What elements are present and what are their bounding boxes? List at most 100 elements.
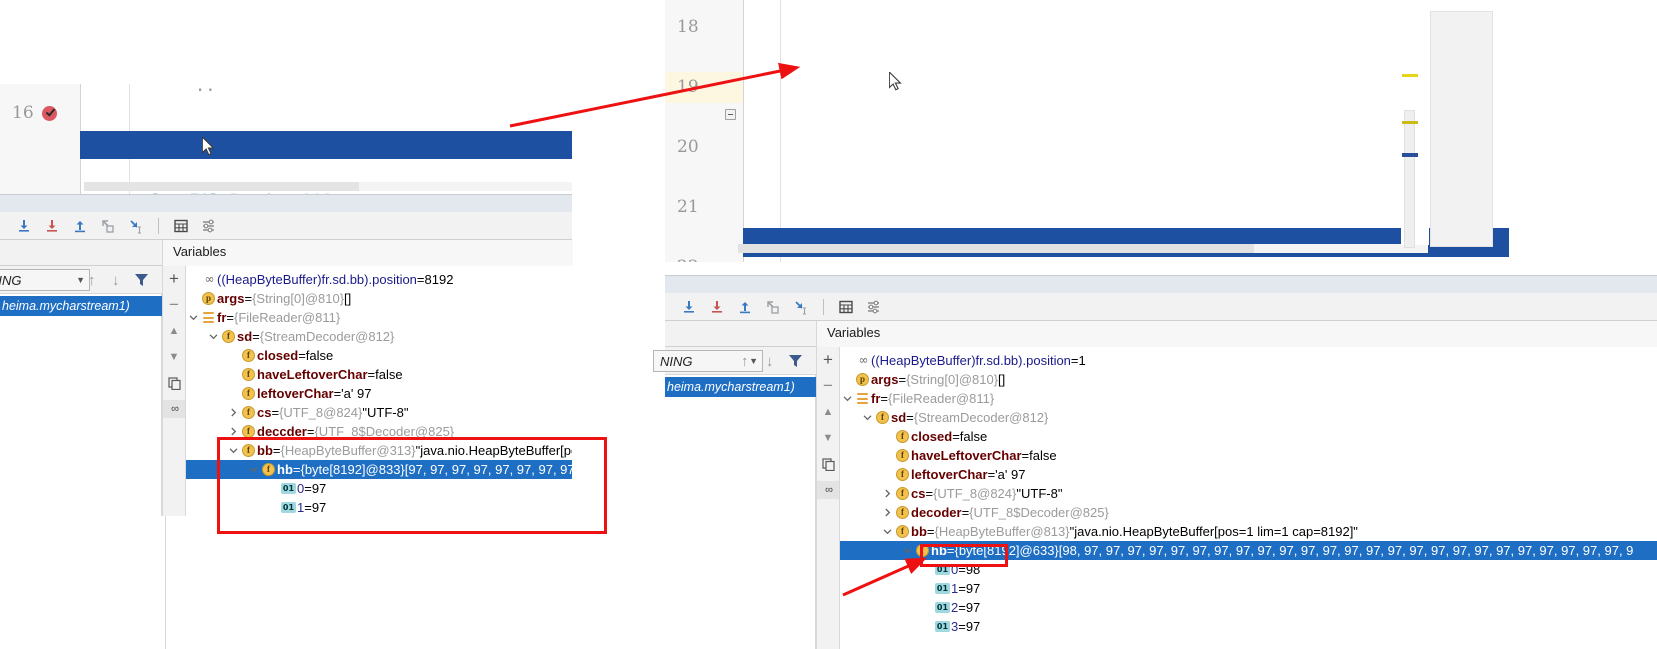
run-to-cursor-icon[interactable]	[124, 214, 148, 238]
right-variables-tree[interactable]: ∞ ((HeapByteBuffer)fr.sd.bb).position = 1…	[840, 347, 1657, 649]
variable-row[interactable]: f haveLeftoverChar = false	[186, 365, 572, 384]
variable-row[interactable]: f leftoverChar = 'a' 97	[186, 384, 572, 403]
variable-row[interactable]: f bb = {HeapByteBuffer@813} "java.nio.Hea…	[840, 522, 1657, 541]
chevron-down-icon[interactable]	[186, 313, 200, 322]
chevron-right-icon[interactable]	[880, 489, 894, 498]
step-out-icon[interactable]	[68, 214, 92, 238]
evaluate-expression-icon[interactable]	[169, 214, 193, 238]
marker-warning-2[interactable]	[1402, 121, 1418, 124]
variable-row[interactable]: f hb = {byte[8192]@833} [97, 97, 97, 97, …	[186, 460, 572, 479]
frames-down-icon[interactable]: ↓	[766, 353, 774, 370]
marker-current-line[interactable]	[1402, 153, 1418, 157]
variable-row[interactable]: 01 0 = 97	[186, 479, 572, 498]
copy-icon[interactable]	[818, 455, 838, 473]
variable-equals: =	[987, 467, 996, 482]
settings-icon[interactable]	[197, 214, 221, 238]
move-down-button[interactable]: ▼	[818, 429, 838, 447]
remove-watch-button[interactable]: −	[164, 295, 184, 314]
left-editor[interactable]: .. 16 fr.read(); fr: FileReader@811 17 1…	[0, 84, 572, 194]
watch-icon[interactable]: ∞	[163, 400, 185, 418]
right-frame-row-selected[interactable]: heima.mycharstream1)	[665, 377, 816, 397]
chevron-down-icon[interactable]	[900, 546, 914, 555]
step-over-icon[interactable]	[677, 295, 701, 319]
variable-row[interactable]: 01 0 = 98	[840, 560, 1657, 579]
chevron-right-icon[interactable]	[226, 408, 240, 417]
watch-icon[interactable]: ∞	[817, 481, 839, 499]
variable-row[interactable]: f hb = {byte[8192]@633} [98, 97, 97, 97, …	[840, 541, 1657, 560]
code-fold-icon[interactable]	[725, 109, 736, 120]
frames-up-icon[interactable]: ↑	[88, 272, 96, 289]
variable-row[interactable]: ∞ ((HeapByteBuffer)fr.sd.bb).position = 8…	[186, 270, 572, 289]
variable-row[interactable]: f closed = false	[840, 427, 1657, 446]
variable-row[interactable]: f sd = {StreamDecoder@812}	[840, 408, 1657, 427]
variable-name: 1	[297, 500, 305, 515]
variable-row[interactable]: 01 3 = 97	[840, 617, 1657, 636]
chevron-down-icon[interactable]	[246, 465, 260, 474]
variable-row[interactable]: 01 1 = 97	[186, 498, 572, 516]
variable-row[interactable]: ∞ ((HeapByteBuffer)fr.sd.bb).position = 1	[840, 351, 1657, 370]
variable-row[interactable]: 01 2 = 97	[840, 598, 1657, 617]
remove-watch-button[interactable]: −	[818, 376, 838, 395]
add-watch-button[interactable]: +	[818, 350, 838, 369]
field-icon: f	[220, 330, 237, 343]
force-step-into-icon[interactable]	[96, 214, 120, 238]
step-over-icon[interactable]	[12, 214, 36, 238]
left-variables-tab[interactable]: Variables	[162, 240, 573, 266]
frames-down-icon[interactable]: ↓	[112, 272, 120, 289]
settings-icon[interactable]	[862, 295, 886, 319]
variable-row[interactable]: f deccder = {UTF_8$Decoder@825}	[186, 422, 572, 441]
variable-row[interactable]: fr = {FileReader@811}	[840, 389, 1657, 408]
filter-icon[interactable]	[134, 273, 149, 287]
move-up-button[interactable]: ▲	[818, 403, 838, 421]
chevron-right-icon[interactable]	[880, 508, 894, 517]
step-out-icon[interactable]	[733, 295, 757, 319]
chevron-right-icon[interactable]	[226, 427, 240, 436]
variable-equals: =	[252, 329, 260, 344]
chevron-down-icon[interactable]	[226, 446, 240, 455]
right-editor-vscroll-thumb[interactable]	[1404, 110, 1415, 248]
variable-row[interactable]: f bb = {HeapByteBuffer@313} "java.nio.Hea…	[186, 441, 572, 460]
chevron-down-icon[interactable]	[206, 332, 220, 341]
move-up-button[interactable]: ▲	[164, 322, 184, 340]
left-frame-row-selected[interactable]: heima.mycharstream1)	[0, 296, 162, 316]
variable-equals: =	[898, 372, 907, 387]
breakpoint-icon[interactable]	[42, 106, 57, 121]
variable-row[interactable]: f decoder = {UTF_8$Decoder@825}	[840, 503, 1657, 522]
left-variables-tree[interactable]: ∞ ((HeapByteBuffer)fr.sd.bb).position = 8…	[186, 266, 572, 516]
chevron-down-icon[interactable]	[840, 394, 854, 403]
marker-warning-1[interactable]	[1402, 74, 1418, 77]
variable-row[interactable]: f cs = {UTF_8@824} "UTF-8"	[186, 403, 572, 422]
right-editor[interactable]: 18 19 20 21 22 23 fr.close(); fr: FileRe…	[665, 0, 1657, 262]
right-variables-tab-label: Variables	[827, 325, 881, 340]
variable-row[interactable]: f leftoverChar = 'a' 97	[840, 465, 1657, 484]
variable-row[interactable]: f sd = {StreamDecoder@812}	[186, 327, 572, 346]
add-watch-button[interactable]: +	[164, 269, 184, 288]
left-code-line-16[interactable]: fr.read(); fr: FileReader@811	[80, 131, 572, 194]
left-editor-hscroll-thumb[interactable]	[84, 182, 359, 191]
step-into-icon[interactable]	[40, 214, 64, 238]
force-step-into-icon[interactable]	[761, 295, 785, 319]
filter-icon[interactable]	[788, 354, 803, 368]
copy-icon[interactable]	[164, 374, 184, 392]
variable-name: args	[217, 291, 245, 306]
variable-row[interactable]: f haveLeftoverChar = false	[840, 446, 1657, 465]
evaluate-expression-icon[interactable]	[834, 295, 858, 319]
variable-row[interactable]: f closed = false	[186, 346, 572, 365]
frames-up-icon[interactable]: ↑	[741, 353, 749, 370]
variable-equals: =	[304, 481, 312, 496]
variable-row[interactable]: fr = {FileReader@811}	[186, 308, 572, 327]
variable-value: 97	[311, 481, 327, 496]
variable-row[interactable]: p args = {String[0]@810} []	[186, 289, 572, 308]
chevron-down-icon[interactable]	[880, 527, 894, 536]
right-variables-tab[interactable]: Variables	[816, 321, 1657, 347]
right-editor-hscroll-thumb[interactable]	[738, 244, 1254, 253]
run-to-cursor-icon[interactable]	[789, 295, 813, 319]
move-down-button[interactable]: ▼	[164, 348, 184, 366]
chevron-down-icon[interactable]	[860, 413, 874, 422]
variable-row[interactable]: f cs = {UTF_8@824} "UTF-8"	[840, 484, 1657, 503]
variable-row[interactable]: 01 1 = 97	[840, 579, 1657, 598]
thread-state-combo[interactable]: NING ▼	[0, 269, 90, 291]
left-line-number-16: 16	[12, 103, 34, 123]
variable-row[interactable]: p args = {String[0]@810} []	[840, 370, 1657, 389]
step-into-icon[interactable]	[705, 295, 729, 319]
